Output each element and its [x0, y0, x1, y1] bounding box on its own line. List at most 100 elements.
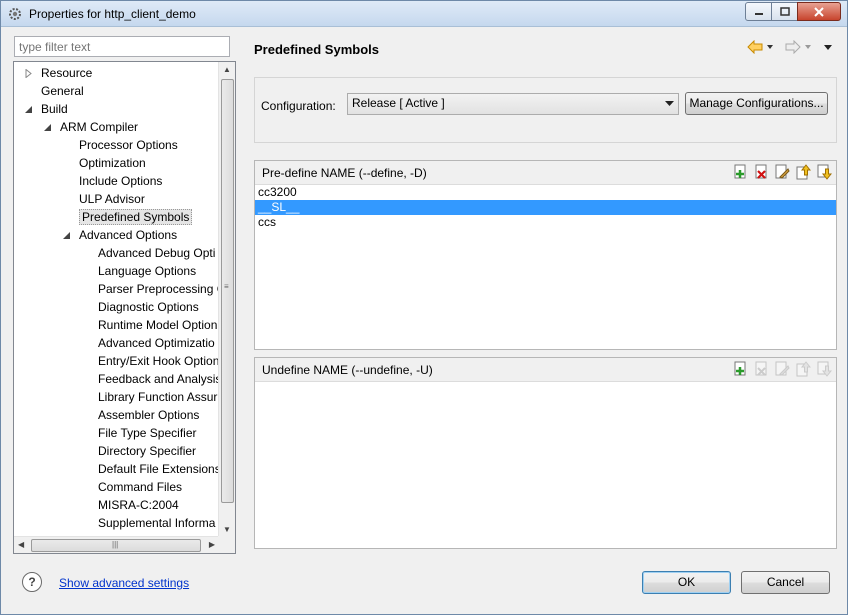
tree-item[interactable]: Supplemental Informa — [81, 514, 215, 532]
grip-icon: ||| — [112, 540, 119, 549]
help-icon[interactable]: ? — [22, 572, 42, 592]
tree-expanded-icon[interactable] — [62, 231, 71, 240]
tree-item-label: Runtime Model Option — [98, 318, 218, 332]
title-bar[interactable]: Properties for http_client_demo — [1, 1, 847, 27]
tree-vertical-thumb[interactable]: ≡ — [221, 79, 234, 503]
tree-item[interactable]: Resource — [24, 64, 92, 82]
tree-item[interactable]: Advanced Options — [62, 226, 177, 244]
tree-item[interactable]: Language Options — [81, 262, 196, 280]
tree-item-label: Feedback and Analysis — [98, 372, 219, 386]
grip-icon: ≡ — [224, 282, 229, 291]
move-down-icon[interactable] — [816, 164, 832, 180]
history-nav — [747, 40, 833, 54]
edit-icon[interactable] — [774, 164, 790, 180]
tree-item-label: Advanced Optimizatio — [98, 336, 215, 350]
tree-item[interactable]: Build — [24, 100, 68, 118]
tree-item[interactable]: Diagnostic Options — [81, 298, 199, 316]
configuration-label: Configuration: — [261, 99, 336, 113]
view-menu-icon[interactable] — [823, 42, 833, 52]
tree-item[interactable]: Predefined Symbols — [62, 208, 193, 226]
list-item[interactable]: __SL__ — [255, 200, 836, 215]
close-button[interactable] — [797, 2, 841, 21]
move-up-icon[interactable] — [795, 164, 811, 180]
list-item[interactable]: cc3200 — [255, 185, 836, 200]
scroll-down-icon[interactable]: ▼ — [223, 525, 231, 534]
tree-item[interactable]: Default File Extensions — [81, 460, 219, 478]
tree-item[interactable]: Processor Options — [62, 136, 178, 154]
undefine-header-label: Undefine NAME (--undefine, -U) — [262, 363, 433, 377]
tree-item[interactable]: Feedback and Analysis — [81, 370, 219, 388]
tree-item[interactable]: MISRA-C:2004 — [81, 496, 179, 514]
tree-item[interactable]: Directory Specifier — [81, 442, 196, 460]
move-down-icon[interactable] — [816, 361, 832, 377]
predefine-toolbar — [732, 164, 832, 180]
tree-viewport: Resource General Build ARM Compiler Processo… — [14, 62, 219, 538]
tree-item-label: Entry/Exit Hook Option — [98, 354, 219, 368]
undefine-toolbar — [732, 361, 832, 377]
forward-dropdown-icon[interactable] — [803, 42, 813, 52]
tree-expanded-icon[interactable] — [24, 105, 33, 114]
tree-item-label: Advanced Options — [79, 228, 178, 242]
tree-item[interactable]: Assembler Options — [81, 406, 199, 424]
delete-icon[interactable] — [753, 361, 769, 377]
scroll-right-icon[interactable]: ▶ — [209, 540, 215, 549]
maximize-icon — [779, 7, 790, 16]
property-tree: Resource General Build ARM Compiler Processo… — [13, 61, 236, 554]
add-icon[interactable] — [732, 361, 748, 377]
tree-item[interactable]: Optimization — [62, 154, 146, 172]
scroll-left-icon[interactable]: ◀ — [18, 540, 24, 549]
chevron-down-icon — [665, 101, 674, 106]
tree-item-label: Build — [41, 102, 68, 116]
tree-expanded-icon[interactable] — [43, 123, 52, 132]
tree-item-label: Default File Extensions — [98, 462, 219, 476]
configuration-select[interactable]: Release [ Active ] — [347, 93, 679, 115]
back-dropdown-icon[interactable] — [765, 42, 775, 52]
show-advanced-settings-link[interactable]: Show advanced settings — [59, 576, 189, 590]
tree-item-label: Advanced Debug Opti — [98, 246, 216, 260]
ok-button[interactable]: OK — [642, 571, 731, 594]
tree-item-label: ULP Advisor — [79, 192, 145, 206]
tree-item[interactable]: Parser Preprocessing C — [81, 280, 219, 298]
edit-icon[interactable] — [774, 361, 790, 377]
gear-icon — [9, 8, 21, 20]
tree-item[interactable]: ARM Compiler — [43, 118, 138, 136]
predefine-header: Pre-define NAME (--define, -D) — [255, 161, 836, 185]
list-item[interactable]: ccs — [255, 215, 836, 230]
tree-item-label: Command Files — [98, 480, 183, 494]
configuration-group: Configuration: Release [ Active ] Manage… — [254, 77, 837, 143]
tree-item-label: Parser Preprocessing C — [98, 282, 219, 296]
tree-item[interactable]: Command Files — [81, 478, 182, 496]
tree-item-label: Supplemental Informa — [98, 516, 216, 530]
tree-vertical-scrollbar[interactable]: ▲ ≡ ▼ — [218, 62, 235, 538]
forward-arrow-icon[interactable] — [785, 40, 801, 54]
tree-item-label: Language Options — [98, 264, 197, 278]
minimize-button[interactable] — [745, 2, 772, 21]
tree-item[interactable]: Advanced Optimizatio — [81, 334, 215, 352]
move-up-icon[interactable] — [795, 361, 811, 377]
delete-icon[interactable] — [753, 164, 769, 180]
tree-item[interactable]: Library Function Assur — [81, 388, 217, 406]
tree-item[interactable]: File Type Specifier — [81, 424, 197, 442]
tree-item[interactable]: Include Options — [62, 172, 162, 190]
tree-item[interactable]: Entry/Exit Hook Option — [81, 352, 219, 370]
tree-item-label: Include Options — [79, 174, 163, 188]
tree-horizontal-scrollbar[interactable]: ◀ ||| ▶ — [14, 536, 219, 553]
tree-collapsed-icon[interactable] — [24, 69, 33, 78]
manage-configurations-button[interactable]: Manage Configurations... — [685, 92, 828, 115]
maximize-button[interactable] — [771, 2, 798, 21]
minimize-icon — [754, 12, 763, 15]
tree-horizontal-thumb[interactable]: ||| — [31, 539, 201, 552]
tree-item[interactable]: General — [24, 82, 84, 100]
add-icon[interactable] — [732, 164, 748, 180]
cancel-button[interactable]: Cancel — [741, 571, 830, 594]
predefine-list[interactable]: cc3200 __SL__ ccs — [255, 185, 836, 230]
tree-item[interactable]: ULP Advisor — [62, 190, 145, 208]
filter-input[interactable] — [14, 36, 230, 57]
scroll-up-icon[interactable]: ▲ — [223, 65, 231, 74]
tree-item-label: Optimization — [79, 156, 146, 170]
close-icon — [814, 6, 824, 17]
undefine-panel: Undefine NAME (--undefine, -U) — [254, 357, 837, 549]
tree-item[interactable]: Runtime Model Option — [81, 316, 217, 334]
tree-item[interactable]: Advanced Debug Opti — [81, 244, 215, 262]
back-arrow-icon[interactable] — [747, 40, 763, 54]
